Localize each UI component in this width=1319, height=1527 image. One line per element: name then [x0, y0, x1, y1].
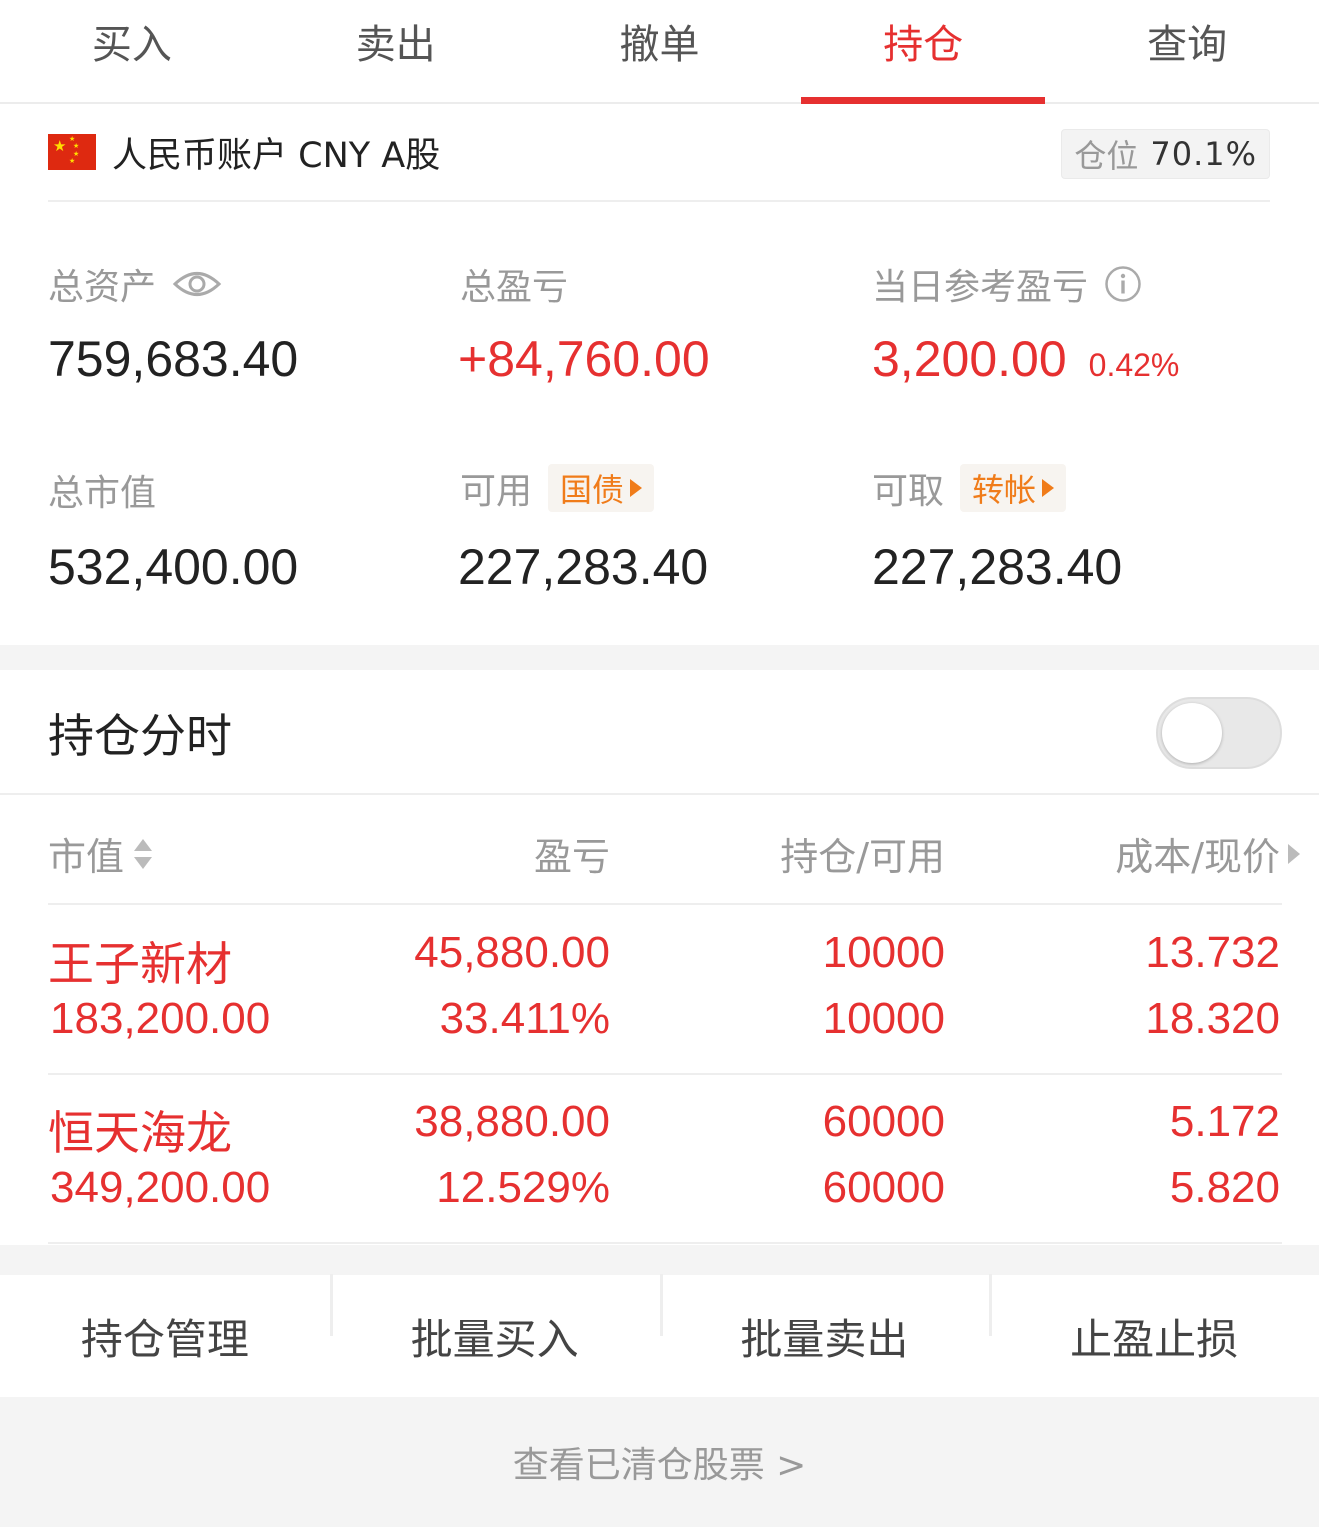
transfer-button[interactable]: 转帐 — [960, 464, 1067, 512]
tab-query[interactable]: 查询 — [1055, 0, 1319, 102]
stock-available: 60000 — [822, 1163, 945, 1212]
batch-buy-button[interactable]: 批量买入 — [329, 1273, 660, 1367]
market-value-label: 总市值 — [48, 473, 157, 514]
header-holding: 持仓/可用 — [700, 826, 945, 881]
table-divider — [48, 1073, 1282, 1075]
total-assets-label: 总资产 — [48, 267, 157, 308]
action-bar: 持仓管理 批量买入 批量卖出 止盈止损 — [0, 1273, 1319, 1397]
stock-available: 10000 — [822, 994, 945, 1043]
header-cost[interactable]: 成本/现价 — [1000, 826, 1300, 881]
header-holding-label: 持仓/可用 — [780, 835, 945, 879]
total-pnl-value: +84,760.00 — [458, 331, 710, 387]
available-value: 227,283.40 — [458, 539, 709, 595]
take-profit-stop-loss-button[interactable]: 止盈止损 — [989, 1273, 1319, 1367]
stock-price: 18.320 — [1145, 994, 1280, 1043]
chevron-right-icon — [1288, 843, 1300, 864]
withdrawable-value: 227,283.40 — [872, 539, 1123, 595]
stock-market-value: 183,200.00 — [50, 994, 271, 1043]
available-label: 可用 — [460, 471, 533, 512]
play-arrow-icon — [1042, 479, 1055, 497]
stock-pnl-percent: 33.411% — [439, 994, 610, 1043]
total-assets-label-group: 总资产 — [48, 258, 222, 310]
stock-name: 恒天海龙 — [48, 1106, 232, 1160]
stock-pnl: 38,880.00 — [414, 1097, 610, 1146]
position-ratio-badge: 仓位 70.1% — [1061, 129, 1270, 179]
eye-icon[interactable] — [172, 267, 222, 301]
timeshare-title: 持仓分时 — [48, 709, 232, 763]
daily-pnl-percent: 0.42% — [1088, 347, 1180, 383]
header-cost-label: 成本/现价 — [1115, 835, 1280, 879]
position-value: 70.1% — [1150, 135, 1257, 173]
treasury-bond-button-label: 国债 — [560, 471, 625, 509]
daily-pnl-value: 3,200.00 — [872, 331, 1067, 387]
daily-pnl-label-group: 当日参考盈亏 — [872, 258, 1142, 310]
stock-pnl: 45,880.00 — [414, 928, 610, 977]
stock-holding: 60000 — [822, 1097, 945, 1146]
header-market-value-label: 市值 — [48, 835, 125, 879]
tab-query-label: 查询 — [1147, 22, 1228, 68]
tab-cancel-order[interactable]: 撤单 — [528, 0, 792, 102]
total-assets-value: 759,683.40 — [48, 331, 299, 387]
stock-holding: 10000 — [822, 928, 945, 977]
divider — [0, 793, 1319, 795]
market-value-value: 532,400.00 — [48, 539, 299, 595]
footer: 查看已清仓股票 > — [0, 1397, 1319, 1527]
stock-cost: 13.732 — [1145, 928, 1280, 977]
sort-icon — [134, 838, 153, 869]
daily-pnl-label: 当日参考盈亏 — [872, 267, 1089, 308]
view-cleared-stocks-link[interactable]: 查看已清仓股票 > — [513, 1436, 807, 1488]
holding-management-button[interactable]: 持仓管理 — [0, 1306, 330, 1367]
section-divider — [0, 645, 1319, 670]
play-arrow-icon — [630, 479, 643, 497]
stock-market-value: 349,200.00 — [50, 1163, 271, 1212]
header-pnl-label: 盈亏 — [533, 835, 610, 879]
withdrawable-label-group: 可取 转帐 — [872, 462, 1067, 514]
section-divider — [0, 1245, 1319, 1275]
account-row: ★ ★ ★ ★ ★ 人民币账户 CNY A股 仓位 70.1% — [48, 104, 1270, 202]
info-icon[interactable] — [1104, 265, 1142, 303]
available-label-group: 可用 国债 — [460, 462, 655, 514]
table-divider — [48, 1242, 1282, 1244]
tab-buy-label: 买入 — [91, 22, 172, 68]
table-divider — [48, 903, 1282, 905]
tab-cancel-order-label: 撤单 — [619, 22, 700, 68]
treasury-bond-button[interactable]: 国债 — [548, 464, 655, 512]
toggle-knob — [1162, 703, 1222, 763]
china-flag-icon: ★ ★ ★ ★ ★ — [48, 134, 96, 170]
stock-name: 王子新材 — [48, 937, 232, 991]
transfer-button-label: 转帐 — [972, 471, 1037, 509]
tab-holdings-label: 持仓 — [883, 22, 964, 68]
daily-pnl-value-group: 3,200.00 0.42% — [872, 330, 1179, 388]
tab-sell-label: 卖出 — [355, 22, 436, 68]
tab-buy[interactable]: 买入 — [0, 0, 264, 102]
header-pnl: 盈亏 — [400, 826, 610, 881]
stock-pnl-percent: 12.529% — [436, 1163, 610, 1212]
stock-price: 5.820 — [1169, 1163, 1280, 1212]
account-name: 人民币账户 CNY A股 — [112, 135, 441, 176]
timeshare-toggle[interactable] — [1156, 697, 1282, 769]
tab-holdings[interactable]: 持仓 — [791, 0, 1055, 104]
batch-sell-button[interactable]: 批量卖出 — [659, 1273, 990, 1367]
total-pnl-label: 总盈亏 — [460, 267, 569, 308]
stock-cost: 5.172 — [1169, 1097, 1280, 1146]
header-market-value[interactable]: 市值 — [48, 826, 154, 881]
top-tab-bar: 买入 卖出 撤单 持仓 查询 — [0, 0, 1319, 104]
tab-sell[interactable]: 卖出 — [264, 0, 528, 102]
withdrawable-label: 可取 — [872, 471, 945, 512]
position-label: 仓位 — [1074, 137, 1139, 175]
